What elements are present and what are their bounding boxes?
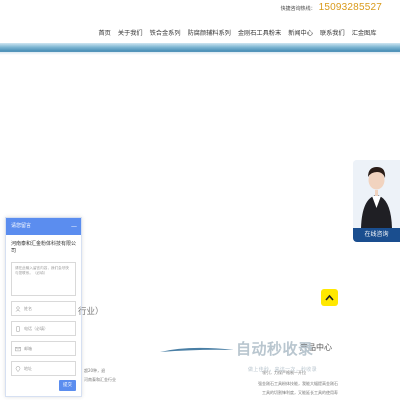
right-text-3: 工具的切割锋利度，又能延长工具的使用寿 [262, 390, 338, 395]
right-text-2: 强金刚石工具粉体技能，我能大幅提高金刚石 [258, 381, 338, 386]
main-nav: 首页 关于我们 铁合金系列 防腐颜辅料系列 金刚石工具粉末 新闻中心 联系我们 … [95, 28, 395, 40]
user-icon [15, 305, 21, 312]
online-consult-button[interactable]: 在线咨询 [353, 228, 400, 242]
hotline-label: 快捷咨询热线： [280, 6, 316, 12]
address-field[interactable]: 地址 [11, 361, 76, 376]
phone-field-placeholder: 电话（必填） [24, 325, 48, 331]
name-field-placeholder: 姓名 [24, 305, 32, 311]
nav-item-about[interactable]: 关于我们 [114, 28, 146, 40]
email-field-placeholder: 邮箱 [24, 345, 32, 351]
industry-fragment: 行业） [78, 307, 104, 317]
message-panel-title: 请您留言 [11, 223, 32, 229]
watermark-text: 自动秒收录 [236, 340, 314, 358]
location-icon [15, 365, 21, 372]
message-textarea[interactable]: 请在此输入留言内容，我们会尽快与您联系。（必填） [11, 262, 76, 296]
minimize-icon[interactable]: — [71, 218, 77, 235]
phone-field[interactable]: 电话（必填） [11, 321, 76, 336]
scroll-top-button[interactable] [321, 289, 338, 306]
content-fragment-2: 河南泰和汇金行业 [84, 377, 116, 382]
message-panel-header: 请您留言 — [6, 218, 81, 235]
decorative-stroke [160, 347, 234, 352]
online-service-card[interactable]: 在线咨询 [353, 160, 400, 242]
chevron-up-icon [325, 294, 334, 301]
nav-item-ferroalloy[interactable]: 铁合金系列 [146, 28, 184, 40]
address-field-placeholder: 地址 [24, 365, 32, 371]
nav-item-home[interactable]: 首页 [95, 28, 114, 40]
nav-item-news[interactable]: 新闻中心 [285, 28, 317, 40]
company-name: 河南泰和汇金粉体科技有限公司 [11, 241, 77, 254]
top-bar: 快捷咨询热线： 15093285527 [0, 0, 400, 24]
nav-item-contact[interactable]: 联系我们 [316, 28, 348, 40]
service-agent-image [353, 160, 400, 228]
content-fragment-1: 超20种，退 [84, 368, 106, 373]
watermark-subtext: 做上佳秒，来访一次，秒收录 [248, 367, 317, 373]
phone-icon [16, 325, 20, 332]
name-field[interactable]: 姓名 [11, 301, 76, 316]
nav-item-diamond-tools[interactable]: 金刚石工具粉末 [234, 28, 284, 40]
banner-image [0, 43, 400, 55]
email-field[interactable]: 邮箱 [11, 341, 76, 356]
mail-icon [15, 346, 21, 351]
hotline: 快捷咨询热线： 15093285527 [281, 2, 382, 13]
hotline-phone[interactable]: 15093285527 [319, 2, 382, 13]
nav-item-anticorrosion[interactable]: 防腐颜辅料系列 [184, 28, 234, 40]
submit-button[interactable]: 提交 [59, 380, 76, 391]
message-panel: 请您留言 — 河南泰和汇金粉体科技有限公司 请在此输入留言内容，我们会尽快与您联… [5, 217, 82, 397]
nav-item-gallery[interactable]: 汇金图库 [348, 28, 380, 40]
